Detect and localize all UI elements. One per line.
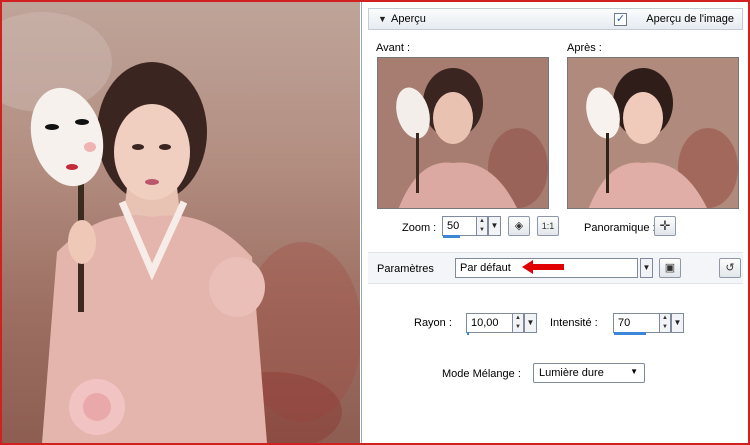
after-thumbnail[interactable] <box>567 57 739 209</box>
spin-down-icon[interactable]: ▼ <box>477 226 487 235</box>
zoom-label: Zoom : <box>402 222 437 234</box>
blend-mode-select[interactable]: Lumière dure ▼ <box>533 363 645 383</box>
zoom-value: 50 <box>447 220 460 232</box>
screenshot-frame: ▼ Aperçu ✓ Aperçu de l'image Avant : Apr… <box>0 0 750 445</box>
before-label: Avant : <box>376 42 411 54</box>
spin-up-icon[interactable]: ▲ <box>660 314 670 323</box>
radius-dropdown-button[interactable]: ▼ <box>524 313 537 333</box>
after-label: Après : <box>567 42 602 54</box>
pan-label: Panoramique : <box>584 222 656 234</box>
radius-field[interactable]: 10,00 <box>466 313 514 335</box>
before-thumbnail[interactable] <box>377 57 549 209</box>
radius-label: Rayon : <box>414 317 452 329</box>
radius-spinner[interactable]: ▲ ▼ <box>512 313 524 333</box>
spin-down-icon[interactable]: ▼ <box>513 323 523 332</box>
blend-mode-label: Mode Mélange : <box>442 368 521 380</box>
blend-mode-value: Lumière dure <box>539 367 604 379</box>
spin-up-icon[interactable]: ▲ <box>513 314 523 323</box>
triangle-down-icon[interactable]: ▼ <box>378 14 387 24</box>
before-thumbnail-image <box>378 58 548 208</box>
spin-down-icon[interactable]: ▼ <box>660 323 670 332</box>
preview-section-header[interactable]: ▼ Aperçu ✓ Aperçu de l'image <box>368 8 743 30</box>
preset-dropdown-button[interactable]: ▼ <box>640 258 653 278</box>
zoom-field[interactable]: 50 <box>442 216 478 238</box>
intensity-spinner[interactable]: ▲ ▼ <box>659 313 671 333</box>
floppy-disk-icon[interactable]: ▣ <box>659 258 681 278</box>
radius-level-bar <box>467 332 469 335</box>
source-painting <box>2 2 360 443</box>
intensity-value: 70 <box>618 317 631 329</box>
zoom-spinner[interactable]: ▲ ▼ <box>476 216 488 236</box>
preset-value: Par défaut <box>460 262 511 274</box>
intensity-dropdown-button[interactable]: ▼ <box>671 313 684 333</box>
params-label: Paramètres <box>377 263 434 275</box>
intensity-level-bar <box>614 332 647 335</box>
zoom-level-bar <box>443 235 460 238</box>
reset-icon[interactable]: ↺ <box>719 258 741 278</box>
after-thumbnail-image <box>568 58 738 208</box>
move-cross-icon[interactable]: ✛ <box>654 216 676 236</box>
red-arrow-icon <box>522 260 564 274</box>
preview-dialog: ▼ Aperçu ✓ Aperçu de l'image Avant : Apr… <box>361 2 748 443</box>
radius-value: 10,00 <box>471 317 499 329</box>
fit-window-icon[interactable]: ◈ <box>508 216 530 236</box>
painting-artwork <box>2 12 360 443</box>
preview-checkbox[interactable]: ✓ <box>614 13 627 26</box>
intensity-field[interactable]: 70 <box>613 313 661 335</box>
zoom-dropdown-button[interactable]: ▼ <box>488 216 501 236</box>
intensity-label: Intensité : <box>550 317 598 329</box>
spin-up-icon[interactable]: ▲ <box>477 217 487 226</box>
chevron-down-icon[interactable]: ▼ <box>630 367 638 376</box>
preview-checkbox-label[interactable]: Aperçu de l'image <box>646 13 734 25</box>
one-to-one-icon[interactable]: 1:1 <box>537 216 559 236</box>
section-title: Aperçu <box>391 13 426 25</box>
